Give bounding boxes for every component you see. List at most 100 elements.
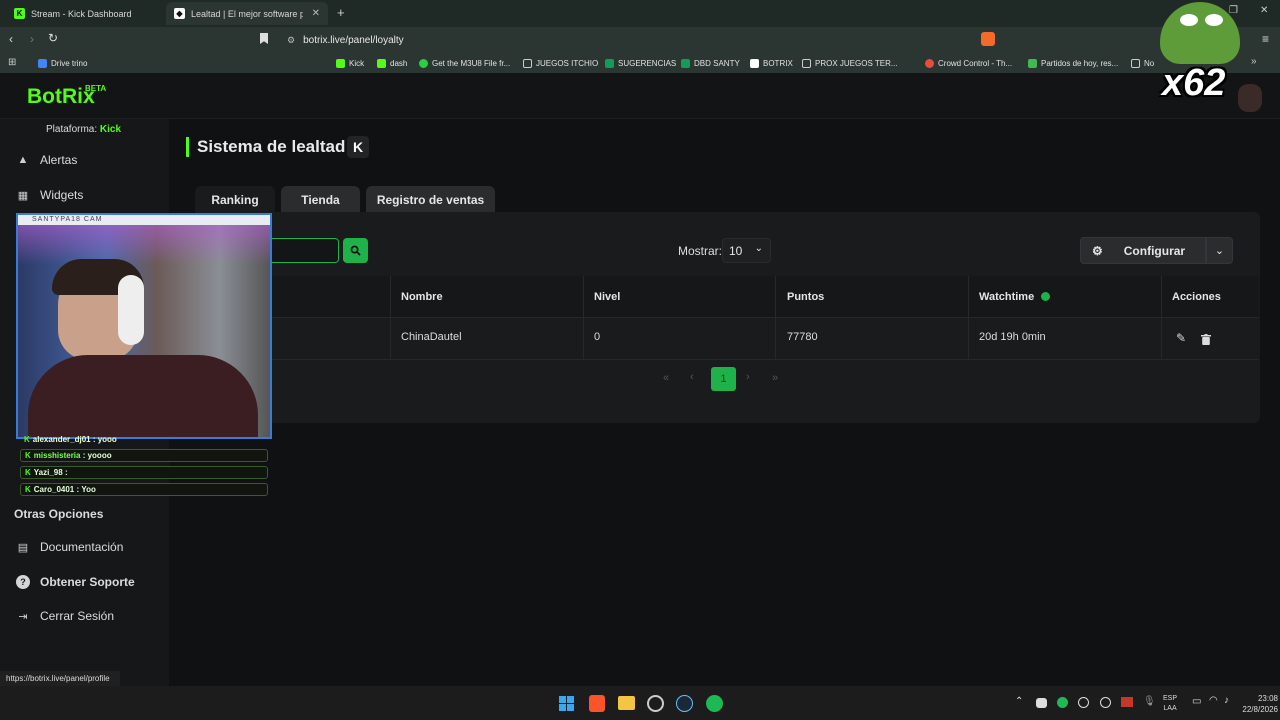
bookmark-kick[interactable]: Kick	[336, 57, 364, 69]
kick-icon: K	[25, 485, 31, 494]
prev-page-icon[interactable]: ‹	[690, 371, 694, 383]
close-window-icon[interactable]: ✕	[1260, 5, 1268, 16]
spotify-icon[interactable]	[706, 695, 723, 712]
cell-watchtime: 20d 19h 0min	[979, 331, 1046, 343]
back-icon[interactable]: ‹	[9, 32, 13, 46]
bookmark-m3u8[interactable]: Get the M3U8 File fr...	[419, 57, 510, 69]
brave-icon[interactable]	[589, 695, 605, 712]
url-text: botrix.live/panel/loyalty	[303, 35, 404, 46]
search-input[interactable]	[270, 238, 339, 263]
volume-icon[interactable]: ♪	[1224, 695, 1229, 706]
column-header-nombre[interactable]: Nombre	[401, 291, 443, 303]
tab-tienda[interactable]: Tienda	[281, 186, 360, 213]
warning-icon: ▲	[17, 154, 29, 166]
configurar-dropdown-button[interactable]: ⌄	[1206, 237, 1233, 264]
chat-user: misshisteria	[33, 451, 81, 460]
menu-icon[interactable]: ≡	[1262, 32, 1269, 46]
kick-icon: K	[25, 451, 31, 460]
tray-app-icon[interactable]	[1100, 697, 1111, 708]
column-header-acciones: Acciones	[1172, 291, 1221, 303]
wifi-icon[interactable]: ◠	[1209, 695, 1218, 706]
windows-start-icon[interactable]	[559, 696, 574, 711]
column-divider	[583, 276, 584, 360]
webcam-overlay: SANTYPA18 CAM	[16, 213, 272, 439]
language-indicator[interactable]: ESP LAA	[1163, 694, 1177, 714]
chevron-down-icon: ⌄	[1214, 245, 1225, 257]
bookmark-no[interactable]: No	[1131, 57, 1154, 69]
discord-tray-icon[interactable]	[1036, 698, 1047, 708]
tab-ranking[interactable]: Ranking	[195, 186, 275, 214]
sidebar-item-soporte[interactable]: ? Obtener Soporte	[16, 575, 135, 589]
url-field[interactable]: ⚙ botrix.live/panel/loyalty	[277, 31, 977, 50]
platform-value: Kick	[99, 124, 122, 135]
column-divider	[968, 276, 969, 360]
bookmark-crowd-control[interactable]: Crowd Control - Th...	[925, 57, 1012, 69]
tab-label: Registro de ventas	[376, 192, 485, 207]
tab-label: Tienda	[301, 192, 340, 207]
obs-icon[interactable]	[647, 695, 664, 712]
bookmark-label: dash	[390, 58, 408, 68]
apps-grid-icon[interactable]: ⊞	[8, 57, 16, 68]
bookmark-dash[interactable]: dash	[377, 57, 407, 69]
sidebar-item-documentacion[interactable]: ▤ Documentación	[16, 540, 124, 554]
gears-icon: ⚙	[1092, 243, 1103, 258]
kick-icon: K	[14, 8, 25, 19]
chat-message: K alexander_dj01 : yooo	[24, 435, 117, 444]
bookmark-juegos-itchio[interactable]: JUEGOS ITCHIO	[523, 57, 598, 69]
tab-registro-ventas[interactable]: Registro de ventas	[366, 186, 495, 213]
steam-icon[interactable]	[676, 695, 693, 712]
file-explorer-icon[interactable]	[618, 696, 635, 710]
column-header-puntos[interactable]: Puntos	[787, 291, 824, 303]
sidebar-item-cerrar-sesion[interactable]: ⇥ Cerrar Sesión	[16, 609, 114, 623]
tray-app-icon[interactable]	[1078, 697, 1089, 708]
sidebar-item-alertas[interactable]: ▲ Alertas	[16, 153, 78, 167]
spotify-tray-icon[interactable]	[1057, 697, 1068, 708]
bookmark-botrix[interactable]: BOTRIX	[750, 57, 793, 69]
sidebar-item-widgets[interactable]: ▦ Widgets	[16, 188, 84, 202]
display-icon[interactable]: ▭	[1192, 696, 1201, 707]
trash-icon[interactable]	[1201, 332, 1211, 345]
forward-icon[interactable]: ›	[30, 32, 34, 46]
mostrar-select[interactable]: 10 ⌄	[722, 238, 771, 263]
new-tab-icon[interactable]: +	[337, 5, 345, 20]
tab-lealtad[interactable]: ◆ Lealtad | El mejor software para ... ✕	[166, 2, 328, 25]
more-bookmarks-icon[interactable]: »	[1251, 56, 1257, 67]
edit-icon[interactable]: ✎	[1176, 331, 1186, 345]
bookmark-prox-juegos[interactable]: PROX JUEGOS TER...	[802, 57, 898, 69]
clock[interactable]: 23:08 22/8/2026	[1236, 693, 1278, 715]
search-button[interactable]	[343, 238, 368, 263]
bookmark-label: Get the M3U8 File fr...	[432, 58, 511, 68]
bookmark-drive-trino[interactable]: Drive trino	[38, 57, 87, 69]
tab-label: Stream - Kick Dashboard	[31, 8, 132, 19]
brave-shield-icon[interactable]	[981, 32, 995, 46]
info-icon[interactable]	[1041, 292, 1051, 301]
taskbar: ⌃ 🎙 ESP LAA ▭ ◠ ♪ 23:08 22/8/2026	[0, 686, 1280, 720]
first-page-icon[interactable]: «	[663, 372, 669, 384]
reload-icon[interactable]: ↻	[48, 31, 58, 45]
pepe-eye	[1180, 14, 1198, 26]
tab-label: Lealtad | El mejor software para ...	[191, 8, 303, 19]
folder-icon	[802, 58, 811, 68]
microphone-icon[interactable]: 🎙	[1143, 696, 1156, 707]
bookmark-sugerencias[interactable]: SUGERENCIAS	[605, 57, 676, 69]
lang-secondary: LAA	[1163, 705, 1177, 712]
cam-title: SANTYPA18 CAM	[18, 215, 270, 225]
column-header-nivel[interactable]: Nivel	[594, 291, 620, 303]
bookmark-partidos[interactable]: Partidos de hoy, res...	[1028, 57, 1118, 69]
last-page-icon[interactable]: »	[772, 372, 778, 384]
page-button-current[interactable]: 1	[711, 367, 736, 391]
tray-app-icon[interactable]	[1121, 697, 1133, 707]
sidebar-item-label: Widgets	[40, 188, 84, 202]
tab-stream-kick[interactable]: K Stream - Kick Dashboard	[6, 2, 166, 25]
bookmark-label: Partidos de hoy, res...	[1041, 58, 1119, 68]
bookmark-dbd-santy[interactable]: DBD SANTY	[681, 57, 740, 69]
close-tab-icon[interactable]: ✕	[312, 8, 320, 19]
maximize-icon[interactable]: ❐	[1229, 5, 1238, 16]
next-page-icon[interactable]: ›	[746, 371, 750, 383]
avatar	[1238, 84, 1262, 112]
tray-expand-icon[interactable]: ⌃	[1015, 696, 1023, 707]
configurar-button[interactable]: ⚙ Configurar	[1080, 237, 1206, 264]
bookmark-label: JUEGOS ITCHIO	[536, 58, 599, 68]
bookmark-icon[interactable]	[260, 33, 268, 44]
column-header-watchtime[interactable]: Watchtime	[979, 291, 1051, 303]
